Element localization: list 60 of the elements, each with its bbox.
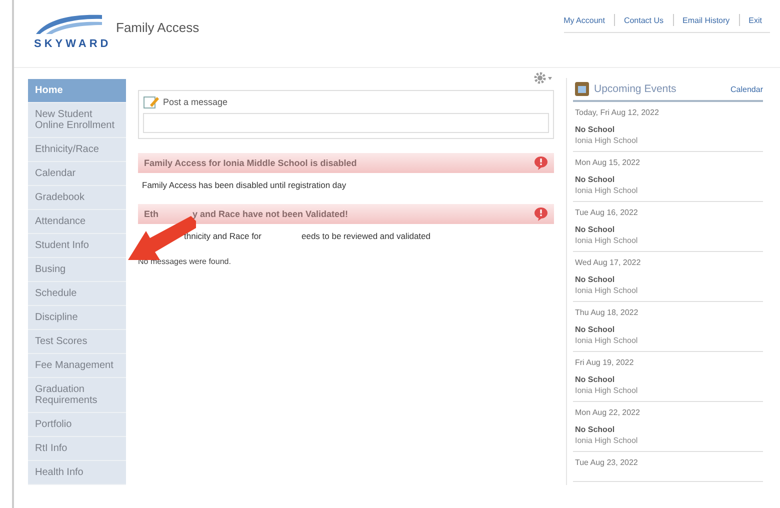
sidebar-item[interactable]: Graduation Requirements <box>28 378 126 413</box>
calendar-icon <box>575 82 589 96</box>
alert-title: y and Race have not been Validated! <box>192 209 348 219</box>
event-name[interactable]: No School <box>575 225 761 234</box>
swoosh-icon <box>34 12 104 34</box>
gear-icon[interactable] <box>534 72 554 84</box>
app-title: Family Access <box>116 20 200 35</box>
event-date: Mon Aug 15, 2022 <box>575 158 641 167</box>
event-school: Ionia High School <box>575 136 639 145</box>
sidebar-item[interactable]: Discipline <box>28 306 126 330</box>
event-date: Today, Fri Aug 12, 2022 <box>575 108 660 117</box>
alert-icon <box>534 207 548 221</box>
post-label[interactable]: Post a message <box>163 97 228 107</box>
alert-title: Eth <box>144 209 158 219</box>
event-school: Ionia High School <box>575 186 639 195</box>
sidebar-item[interactable]: Home <box>28 79 126 103</box>
panel-title: Upcoming Events <box>594 83 678 95</box>
event-date: Fri Aug 19, 2022 <box>575 358 635 367</box>
header-link[interactable]: My Account <box>564 16 605 24</box>
alert-text: eeds to be reviewed and validated <box>301 231 430 241</box>
calendar-link[interactable]: Calendar <box>730 84 763 94</box>
event-name[interactable]: No School <box>575 425 761 434</box>
header-link[interactable]: Contact Us <box>624 16 664 24</box>
sidebar-item[interactable]: Attendance <box>28 210 126 234</box>
sidebar-item[interactable]: Gradebook <box>28 186 126 210</box>
event-date: Tue Aug 23, 2022 <box>575 458 639 467</box>
event-school: Ionia High School <box>575 386 639 395</box>
event-name[interactable]: No School <box>575 275 761 284</box>
event-school: Ionia High School <box>575 336 639 345</box>
event-name[interactable]: No School <box>575 325 761 334</box>
alert-icon <box>534 156 548 170</box>
event-name[interactable]: No School <box>575 175 761 184</box>
event-date: Wed Aug 17, 2022 <box>575 258 642 267</box>
event-name[interactable]: No School <box>575 125 761 134</box>
sidebar-item[interactable]: Portfolio <box>28 413 126 437</box>
event-date: Tue Aug 16, 2022 <box>575 208 639 217</box>
event-school: Ionia High School <box>575 436 639 445</box>
message-field[interactable] <box>143 113 549 133</box>
sidebar-item[interactable]: Ethnicity/Race <box>28 138 126 162</box>
alert-title: Family Access for Ionia Middle School is disabled <box>144 158 357 168</box>
event-date: Mon Aug 22, 2022 <box>575 408 641 417</box>
sidebar-item[interactable]: Schedule <box>28 282 126 306</box>
alert-text: thnicity and Race for <box>184 231 262 241</box>
event-school: Ionia High School <box>575 286 639 295</box>
sidebar-item[interactable]: New Student Online Enrollment <box>28 103 126 138</box>
sidebar-item[interactable]: Busing <box>28 258 126 282</box>
sidebar-item[interactable]: Test Scores <box>28 330 126 354</box>
alert-text: Family Access has been disabled until registration day <box>142 180 346 190</box>
event-name[interactable]: No School <box>575 375 761 384</box>
sidebar-item[interactable]: Student Info <box>28 234 126 258</box>
sidebar-item[interactable]: Calendar <box>28 162 126 186</box>
event-date: Thu Aug 18, 2022 <box>575 308 640 317</box>
header-link[interactable]: Exit <box>748 16 762 24</box>
note-icon <box>143 95 159 109</box>
sidebar-item[interactable]: Fee Management <box>28 354 126 378</box>
sidebar-item[interactable]: RtI Info <box>28 437 126 461</box>
skyward-logo: SKYWARD <box>34 12 112 50</box>
header-link[interactable]: Email History <box>682 16 730 24</box>
event-school: Ionia High School <box>575 236 639 245</box>
sidebar-item[interactable]: Health Info <box>28 461 126 485</box>
